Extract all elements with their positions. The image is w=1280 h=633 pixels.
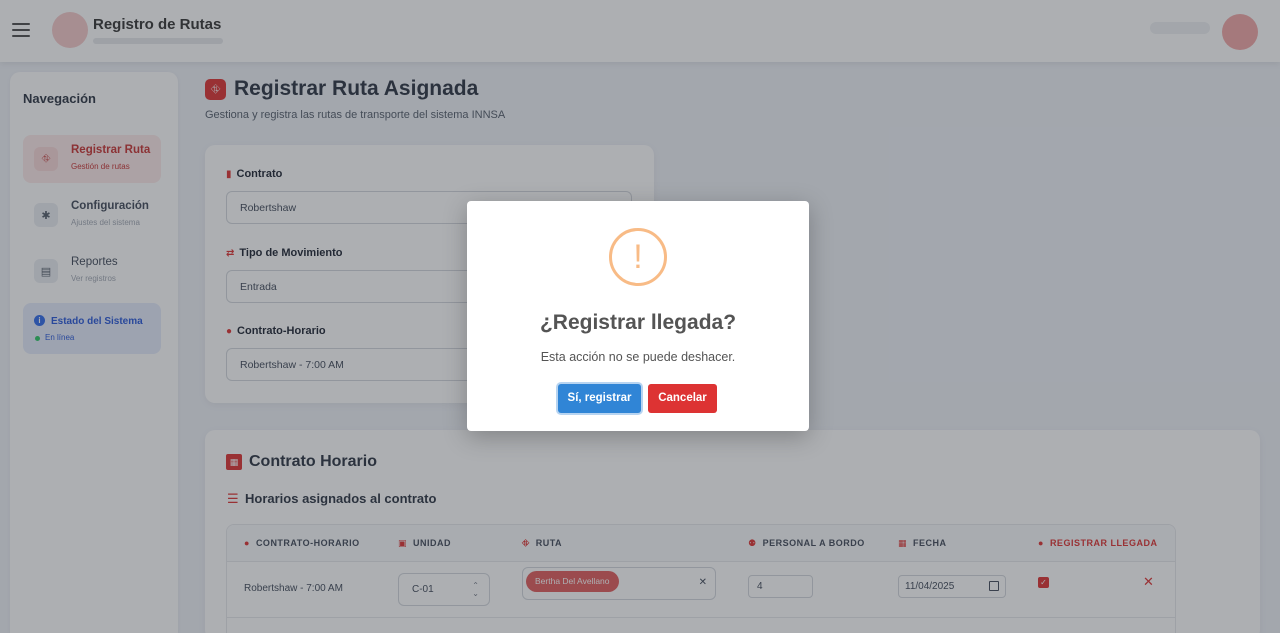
warning-icon: ! [609, 228, 667, 286]
confirm-button[interactable]: Sí, registrar [558, 384, 641, 413]
dialog-title: ¿Registrar llegada? [539, 311, 737, 334]
cancel-button[interactable]: Cancelar [648, 384, 717, 413]
confirm-dialog: ! ¿Registrar llegada? Esta acción no se … [467, 201, 809, 431]
dialog-text: Esta acción no se puede deshacer. [540, 350, 736, 364]
